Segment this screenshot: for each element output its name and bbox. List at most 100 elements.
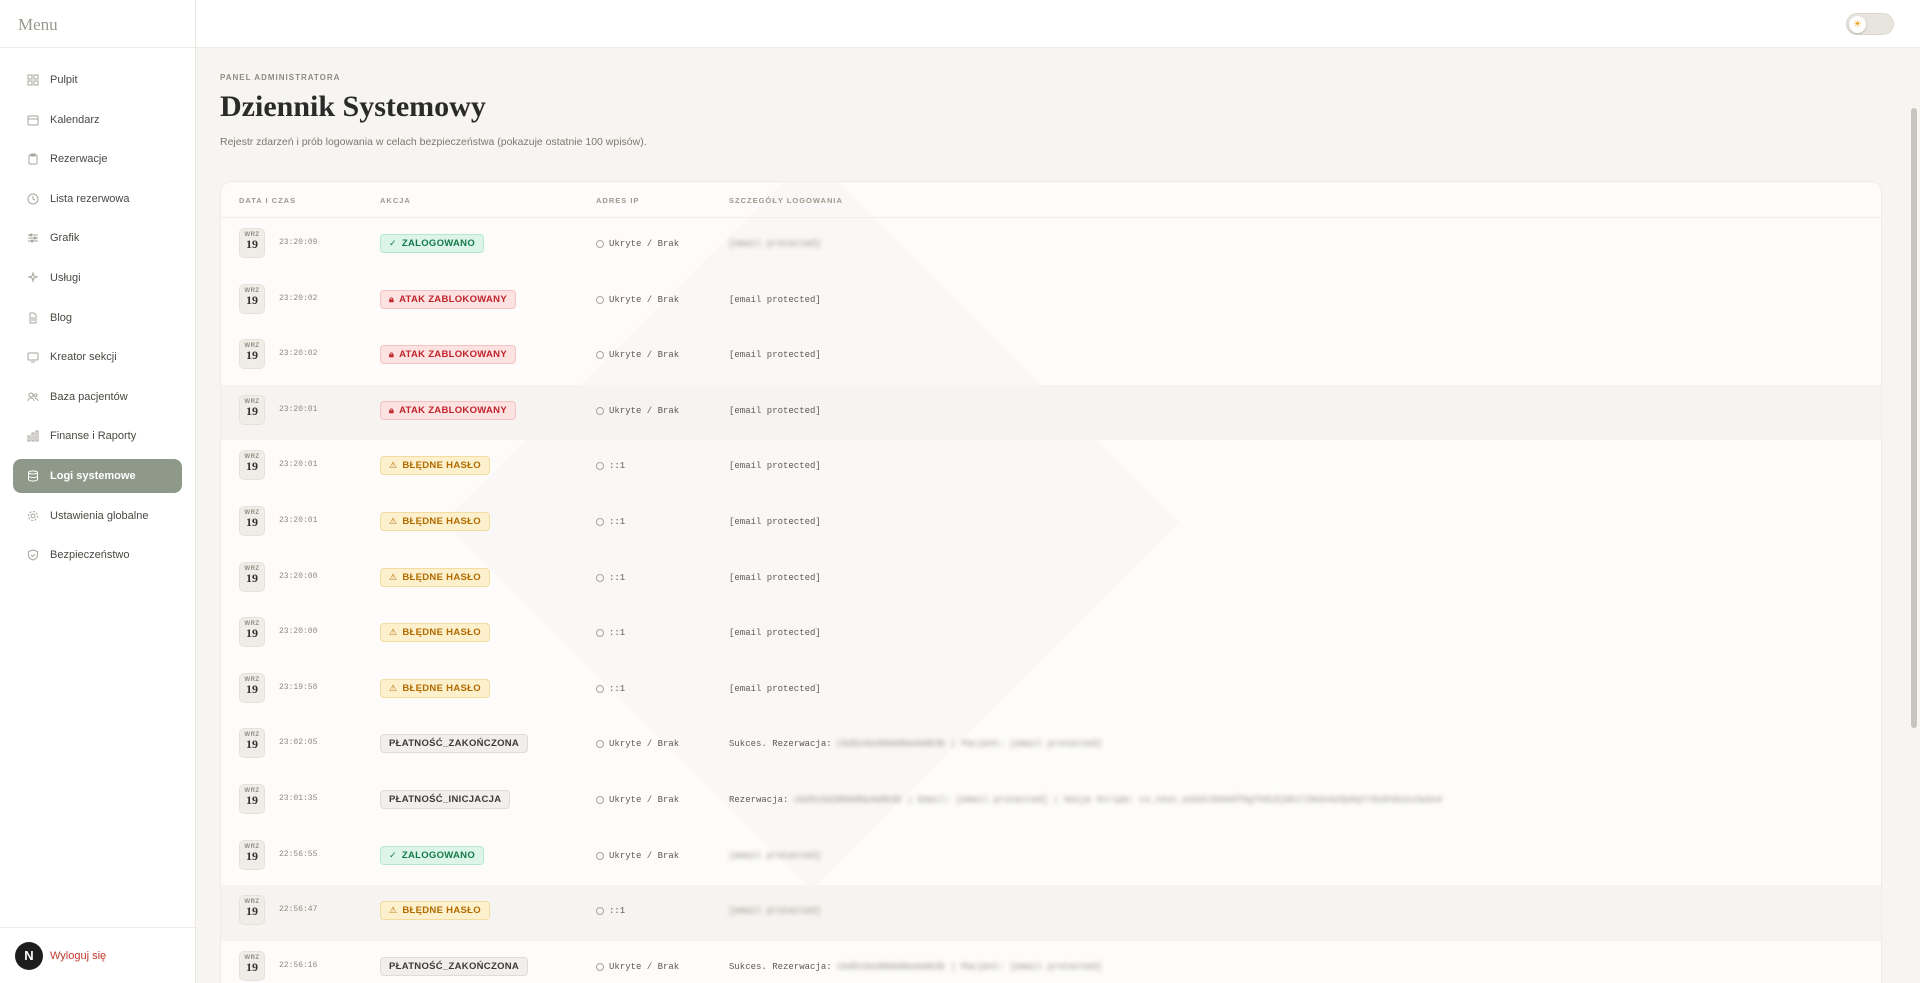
action-label: BŁĘDNE HASŁO xyxy=(402,516,481,527)
action-label: ATAK ZABLOKOWANY xyxy=(399,349,507,361)
sidebar-nav: Pulpit Kalendarz Rezerwacje Lista rezerwowa… xyxy=(0,48,195,572)
sidebar-item-label: Rezerwacje xyxy=(50,153,108,166)
table-row: WRZ 19 23:19:58 ⚠︎ BŁĘDNE HASŁO::1 [email pro… xyxy=(221,663,1881,719)
sidebar-item-label: Pulpit xyxy=(50,74,78,86)
column-header-date: DATA I CZAS xyxy=(239,196,297,205)
sidebar-item-label: Logi systemowe xyxy=(50,469,136,482)
log-time: 23:20:01 xyxy=(279,516,318,525)
scrollbar-thumb[interactable] xyxy=(1911,108,1917,728)
clipboard-icon xyxy=(26,152,40,166)
logout-link[interactable]: Wyloguj się xyxy=(50,950,106,962)
globe-icon xyxy=(596,796,604,804)
action-label: PŁATNOŚĆ_ZAKOŃCZONA xyxy=(389,738,520,750)
ip-address: ::1 xyxy=(596,906,625,916)
date-day: 19 xyxy=(246,626,258,641)
date-badge: WRZ 19 xyxy=(239,228,265,258)
table-row: WRZ 19 23:20:00 ⚠︎ BŁĘDNE HASŁO::1 [email pro… xyxy=(221,607,1881,663)
date-day: 19 xyxy=(246,793,258,807)
sparkles-icon xyxy=(26,271,40,285)
sidebar-item-baza-pacjentów[interactable]: Baza pacjentów xyxy=(13,380,182,414)
sidebar-item-rezerwacje[interactable]: Rezerwacje xyxy=(13,142,182,176)
table-row: WRZ 19 23:20:01 🔒︎ ATAK ZABLOKOWANY Ukryte / … xyxy=(221,384,1881,441)
action-badge: ⚠︎ BŁĘDNE HASŁO xyxy=(380,456,490,476)
log-details: [email protected] xyxy=(729,851,821,861)
details-redacted: cbd5c6a30b0d0a4a0b3b | Pacjent: [email p… xyxy=(837,739,1102,750)
lock-icon: 🔒︎ xyxy=(389,349,395,360)
log-details: [email protected] xyxy=(729,906,821,916)
date-badge: WRZ 19 xyxy=(239,561,265,592)
action-badge: ⚠︎ BŁĘDNE HASŁO xyxy=(380,678,490,698)
details-text: Rezerwacja: xyxy=(729,795,794,805)
main-content: PANEL ADMINISTRATORA Dziennik Systemowy … xyxy=(196,48,1908,983)
sidebar-item-label: Baza pacjentów xyxy=(50,390,128,403)
lock-icon: 🔒︎ xyxy=(389,293,395,304)
details-text: Sukces. Rezerwacja: xyxy=(729,961,838,972)
action-badge: ✓ ZALOGOWANO xyxy=(380,234,485,253)
scrollbar[interactable] xyxy=(1908,48,1920,983)
date-day: 19 xyxy=(246,348,258,363)
sidebar-item-label: Lista rezerwowa xyxy=(50,192,130,205)
ip-value: Ukryte / Brak xyxy=(609,795,680,805)
action-label: BŁĘDNE HASŁO xyxy=(402,627,481,639)
column-header-details: SZCZEGÓŁY LOGOWANIA xyxy=(729,196,843,205)
sidebar-item-usługi[interactable]: Usługi xyxy=(13,261,182,295)
ip-address: Ukryte / Brak xyxy=(596,851,679,861)
sidebar-item-grafik[interactable]: Grafik xyxy=(13,221,182,255)
sun-icon: ☀ xyxy=(1849,16,1866,33)
table-row: WRZ 19 23:20:02 🔒︎ ATAK ZABLOKOWANY Ukryte / … xyxy=(221,329,1881,385)
ip-address: Ukryte / Brak xyxy=(596,295,679,305)
sidebar-item-kreator-sekcji[interactable]: Kreator sekcji xyxy=(13,340,182,374)
log-details: [email protected] xyxy=(729,628,821,638)
sidebar-item-finanse-i-raporty[interactable]: Finanse i Raporty xyxy=(13,419,182,453)
grid-icon xyxy=(26,73,40,87)
action-badge: PŁATNOŚĆ_INICJACJA xyxy=(380,790,511,809)
action-label: PŁATNOŚĆ_INICJACJA xyxy=(389,794,502,805)
theme-toggle[interactable]: ☀ xyxy=(1846,13,1894,35)
sidebar-item-label: Kalendarz xyxy=(50,113,100,126)
log-details: [email protected] xyxy=(729,573,821,583)
ip-address: Ukryte / Brak xyxy=(596,350,679,360)
table-row: WRZ 19 22:56:16 PŁATNOŚĆ_ZAKOŃCZONA Ukryte /… xyxy=(221,941,1881,983)
column-header-action: AKCJA xyxy=(380,196,411,205)
details-text: [email protected] xyxy=(729,461,821,472)
sidebar-item-ustawienia-globalne[interactable]: Ustawienia globalne xyxy=(13,499,182,533)
page-eyebrow: PANEL ADMINISTRATORA xyxy=(220,73,341,82)
date-badge: WRZ 19 xyxy=(239,617,265,648)
sidebar-title: Menu xyxy=(0,0,195,48)
date-day: 19 xyxy=(246,403,258,418)
warning-icon: ⚠︎ xyxy=(389,516,398,526)
monitor-icon xyxy=(26,350,40,364)
sidebar-item-label: Ustawienia globalne xyxy=(50,509,149,522)
log-time: 23:19:58 xyxy=(279,682,318,692)
ip-address: Ukryte / Brak xyxy=(596,795,679,805)
sidebar-item-bezpieczeństwo[interactable]: Bezpieczeństwo xyxy=(13,538,182,572)
avatar[interactable]: N xyxy=(15,941,43,970)
date-day: 19 xyxy=(246,459,258,474)
log-details: [email protected] xyxy=(729,406,821,416)
sidebar-item-lista-rezerwowa[interactable]: Lista rezerwowa xyxy=(13,182,182,216)
warning-icon: ⚠︎ xyxy=(389,905,398,916)
gear-icon xyxy=(26,509,40,523)
sidebar-item-pulpit[interactable]: Pulpit xyxy=(13,63,182,97)
date-badge: WRZ 19 xyxy=(239,394,265,425)
date-day: 19 xyxy=(246,904,258,919)
sidebar-item-kalendarz[interactable]: Kalendarz xyxy=(13,103,182,137)
action-badge: ⚠︎ BŁĘDNE HASŁO xyxy=(380,623,490,643)
details-text: [email protected] xyxy=(729,405,821,416)
sliders-icon xyxy=(26,231,40,245)
date-badge: WRZ 19 xyxy=(239,950,265,981)
ip-address: ::1 xyxy=(596,684,625,694)
log-details: Sukces. Rezerwacja: cbd5c6a30b0d0a4a0b3b… xyxy=(729,739,1102,749)
globe-icon xyxy=(596,962,604,971)
ip-address: ::1 xyxy=(596,628,625,638)
sidebar-item-logi-systemowe[interactable]: Logi systemowe xyxy=(13,458,182,493)
log-time: 22:56:16 xyxy=(279,960,318,970)
ip-address: Ukryte / Brak xyxy=(596,406,679,416)
bar-chart-icon xyxy=(26,429,40,443)
log-time: 23:20:01 xyxy=(279,460,318,470)
log-time: 23:02:05 xyxy=(279,738,318,748)
ip-value: Ukryte / Brak xyxy=(609,294,680,305)
action-label: ZALOGOWANO xyxy=(401,238,476,249)
date-badge: WRZ 19 xyxy=(239,506,265,536)
sidebar-item-blog[interactable]: Blog xyxy=(13,301,182,335)
